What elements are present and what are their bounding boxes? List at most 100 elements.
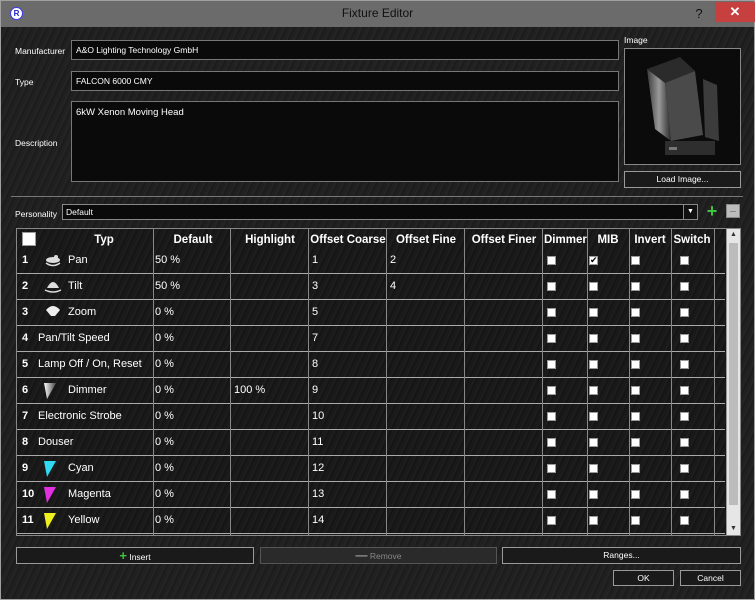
cell-offset-coarse[interactable]: 1: [312, 248, 384, 273]
mib-checkbox[interactable]: [589, 334, 598, 343]
cell-offset-coarse[interactable]: 9: [312, 378, 384, 403]
switch-checkbox[interactable]: [680, 490, 689, 499]
cancel-button[interactable]: Cancel: [680, 570, 741, 586]
cell-default[interactable]: 0 %: [155, 482, 229, 507]
header-offset-fine[interactable]: Offset Fine: [387, 231, 465, 249]
description-field[interactable]: 6kW Xenon Moving Head: [71, 101, 619, 182]
mib-checkbox[interactable]: [589, 438, 598, 447]
switch-checkbox[interactable]: [680, 516, 689, 525]
help-button[interactable]: ?: [689, 5, 709, 23]
cell-default[interactable]: 50 %: [155, 248, 229, 273]
cell-offset-fine[interactable]: [390, 482, 462, 507]
manufacturer-field[interactable]: A&O Lighting Technology GmbH: [71, 40, 619, 60]
switch-checkbox[interactable]: [680, 256, 689, 265]
invert-checkbox[interactable]: [631, 386, 640, 395]
cell-offset-coarse[interactable]: 8: [312, 352, 384, 377]
dimmer-checkbox[interactable]: [547, 386, 556, 395]
cell-default[interactable]: 0 %: [155, 352, 229, 377]
cell-typ[interactable]: Zoom: [68, 300, 153, 325]
mib-checkbox[interactable]: [589, 516, 598, 525]
table-row[interactable]: 9 Cyan 0 % 12: [17, 456, 725, 482]
mib-checkbox[interactable]: [589, 282, 598, 291]
cell-offset-fine[interactable]: [390, 378, 462, 403]
invert-checkbox[interactable]: [631, 308, 640, 317]
cell-offset-finer[interactable]: [468, 430, 540, 455]
cell-default[interactable]: 0 %: [155, 456, 229, 481]
cell-offset-fine[interactable]: 4: [390, 274, 462, 299]
header-offset-finer[interactable]: Offset Finer: [465, 231, 543, 249]
cell-typ[interactable]: Pan/Tilt Speed: [38, 326, 153, 351]
ok-button[interactable]: OK: [613, 570, 674, 586]
table-row[interactable]: 7 Electronic Strobe 0 % 10: [17, 404, 725, 430]
cell-offset-coarse[interactable]: 10: [312, 404, 384, 429]
cell-typ[interactable]: Lamp Off / On, Reset: [38, 352, 153, 377]
scroll-thumb[interactable]: [729, 243, 738, 505]
table-scrollbar[interactable]: ▲ ▼: [726, 229, 740, 535]
scroll-down-icon[interactable]: ▼: [727, 523, 740, 535]
table-row[interactable]: 11 Yellow 0 % 14: [17, 508, 725, 534]
cell-highlight[interactable]: [234, 326, 306, 351]
switch-checkbox[interactable]: [680, 386, 689, 395]
cell-offset-finer[interactable]: [468, 274, 540, 299]
table-row[interactable]: 5 Lamp Off / On, Reset 0 % 8: [17, 352, 725, 378]
cell-highlight[interactable]: [234, 300, 306, 325]
mib-checkbox[interactable]: [589, 308, 598, 317]
cell-offset-fine[interactable]: [390, 508, 462, 533]
cell-typ[interactable]: Douser: [38, 430, 153, 455]
cell-offset-coarse[interactable]: 12: [312, 456, 384, 481]
cell-offset-finer[interactable]: [468, 300, 540, 325]
dimmer-checkbox[interactable]: [547, 282, 556, 291]
table-row[interactable]: 10 Magenta 0 % 13: [17, 482, 725, 508]
switch-checkbox[interactable]: [680, 282, 689, 291]
switch-checkbox[interactable]: [680, 334, 689, 343]
dimmer-checkbox[interactable]: [547, 516, 556, 525]
cell-highlight[interactable]: [234, 352, 306, 377]
table-row[interactable]: 3 Zoom 0 % 5: [17, 300, 725, 326]
mib-checkbox[interactable]: [589, 464, 598, 473]
table-row[interactable]: 1 Pan 50 % 1 2: [17, 248, 725, 274]
cell-typ[interactable]: Pan: [68, 248, 153, 273]
switch-checkbox[interactable]: [680, 360, 689, 369]
dimmer-checkbox[interactable]: [547, 412, 556, 421]
cell-highlight[interactable]: [234, 482, 306, 507]
dimmer-checkbox[interactable]: [547, 256, 556, 265]
cell-offset-finer[interactable]: [468, 456, 540, 481]
load-image-button[interactable]: Load Image...: [624, 171, 741, 188]
switch-checkbox[interactable]: [680, 412, 689, 421]
invert-checkbox[interactable]: [631, 438, 640, 447]
cell-offset-finer[interactable]: [468, 326, 540, 351]
cell-highlight[interactable]: [234, 430, 306, 455]
cell-highlight[interactable]: [234, 248, 306, 273]
title-bar[interactable]: R Fixture Editor ? ✕: [1, 1, 755, 27]
cell-offset-coarse[interactable]: 7: [312, 326, 384, 351]
cell-offset-fine[interactable]: [390, 430, 462, 455]
cell-highlight[interactable]: [234, 456, 306, 481]
add-personality-button[interactable]: +: [705, 202, 719, 220]
dimmer-checkbox[interactable]: [547, 464, 556, 473]
cell-highlight[interactable]: [234, 508, 306, 533]
cell-typ[interactable]: Tilt: [68, 274, 153, 299]
cell-offset-coarse[interactable]: 11: [312, 430, 384, 455]
invert-checkbox[interactable]: [631, 360, 640, 369]
type-field[interactable]: FALCON 6000 CMY: [71, 71, 619, 91]
scroll-up-icon[interactable]: ▲: [727, 229, 740, 241]
cell-offset-fine[interactable]: [390, 404, 462, 429]
cell-offset-fine[interactable]: [390, 352, 462, 377]
header-typ[interactable]: Typ: [39, 231, 169, 249]
cell-typ[interactable]: Magenta: [68, 482, 153, 507]
cell-default[interactable]: 0 %: [155, 430, 229, 455]
remove-button[interactable]: — Remove: [260, 547, 497, 564]
header-highlight[interactable]: Highlight: [231, 231, 309, 249]
header-dimmer[interactable]: Dimmer: [543, 231, 588, 249]
cell-offset-coarse[interactable]: 3: [312, 274, 384, 299]
cell-offset-coarse[interactable]: 13: [312, 482, 384, 507]
invert-checkbox[interactable]: [631, 516, 640, 525]
header-mib[interactable]: MIB: [587, 231, 629, 249]
cell-highlight[interactable]: [234, 274, 306, 299]
cell-typ[interactable]: Dimmer: [68, 378, 153, 403]
dimmer-checkbox[interactable]: [547, 490, 556, 499]
cell-default[interactable]: 50 %: [155, 274, 229, 299]
cell-highlight[interactable]: 100 %: [234, 378, 306, 403]
close-button[interactable]: ✕: [715, 2, 755, 22]
switch-checkbox[interactable]: [680, 438, 689, 447]
